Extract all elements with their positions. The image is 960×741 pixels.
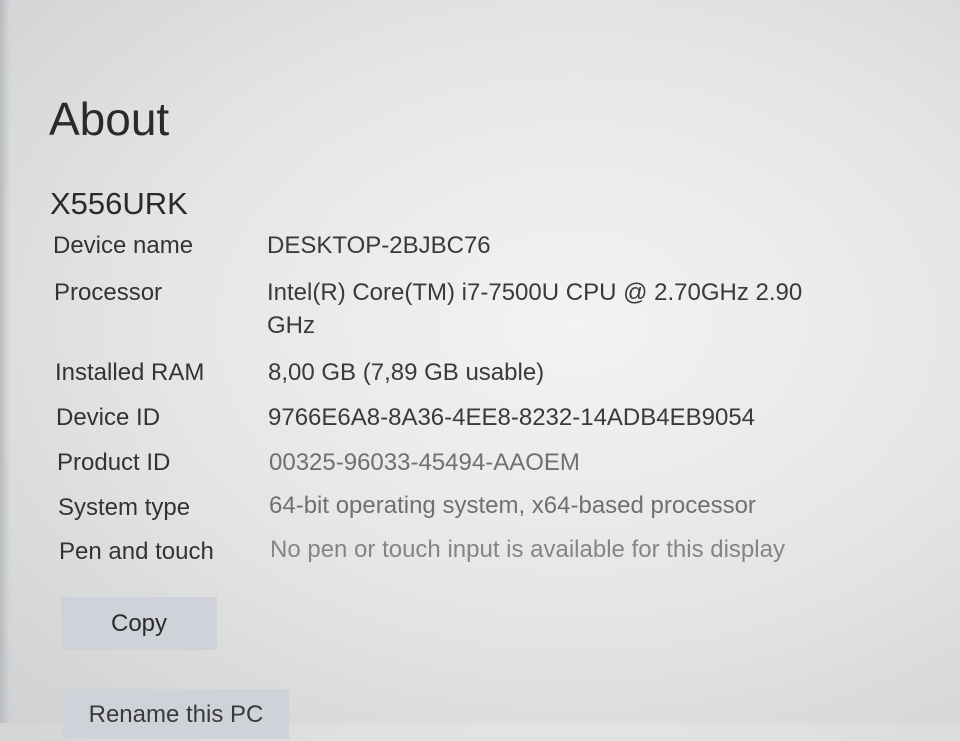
spec-label-installed-ram: Installed RAM: [55, 359, 205, 386]
copy-button[interactable]: Copy: [61, 597, 217, 650]
spec-value-device-id: 9766E6A8-8A36-4EE8-8232-14ADB4EB9054: [268, 404, 756, 431]
spec-value-device-name: DESKTOP-2BJBC76: [267, 232, 491, 259]
spec-value-installed-ram: 8,00 GB (7,89 GB usable): [268, 359, 545, 386]
spec-label-system-type: System type: [58, 494, 191, 521]
spec-label-processor: Processor: [54, 279, 163, 306]
spec-value-system-type: 64-bit operating system, x64-based proce…: [269, 492, 756, 519]
window-left-edge: [0, 0, 10, 723]
spec-label-pen-and-touch: Pen and touch: [59, 538, 214, 565]
spec-label-device-name: Device name: [53, 232, 194, 259]
page-title: About: [49, 93, 170, 145]
device-model: X556URK: [50, 186, 188, 221]
spec-value-pen-and-touch: No pen or touch input is available for t…: [270, 536, 785, 563]
rename-pc-button[interactable]: Rename this PC: [63, 689, 289, 739]
spec-label-product-id: Product ID: [57, 449, 171, 476]
spec-value-processor: Intel(R) Core(TM) i7-7500U CPU @ 2.70GHz…: [267, 279, 803, 339]
spec-label-device-id: Device ID: [56, 404, 161, 431]
about-page: About X556URK Device name DESKTOP-2BJBC7…: [0, 0, 960, 739]
spec-value-product-id: 00325-96033-45494-AAOEM: [269, 449, 580, 476]
